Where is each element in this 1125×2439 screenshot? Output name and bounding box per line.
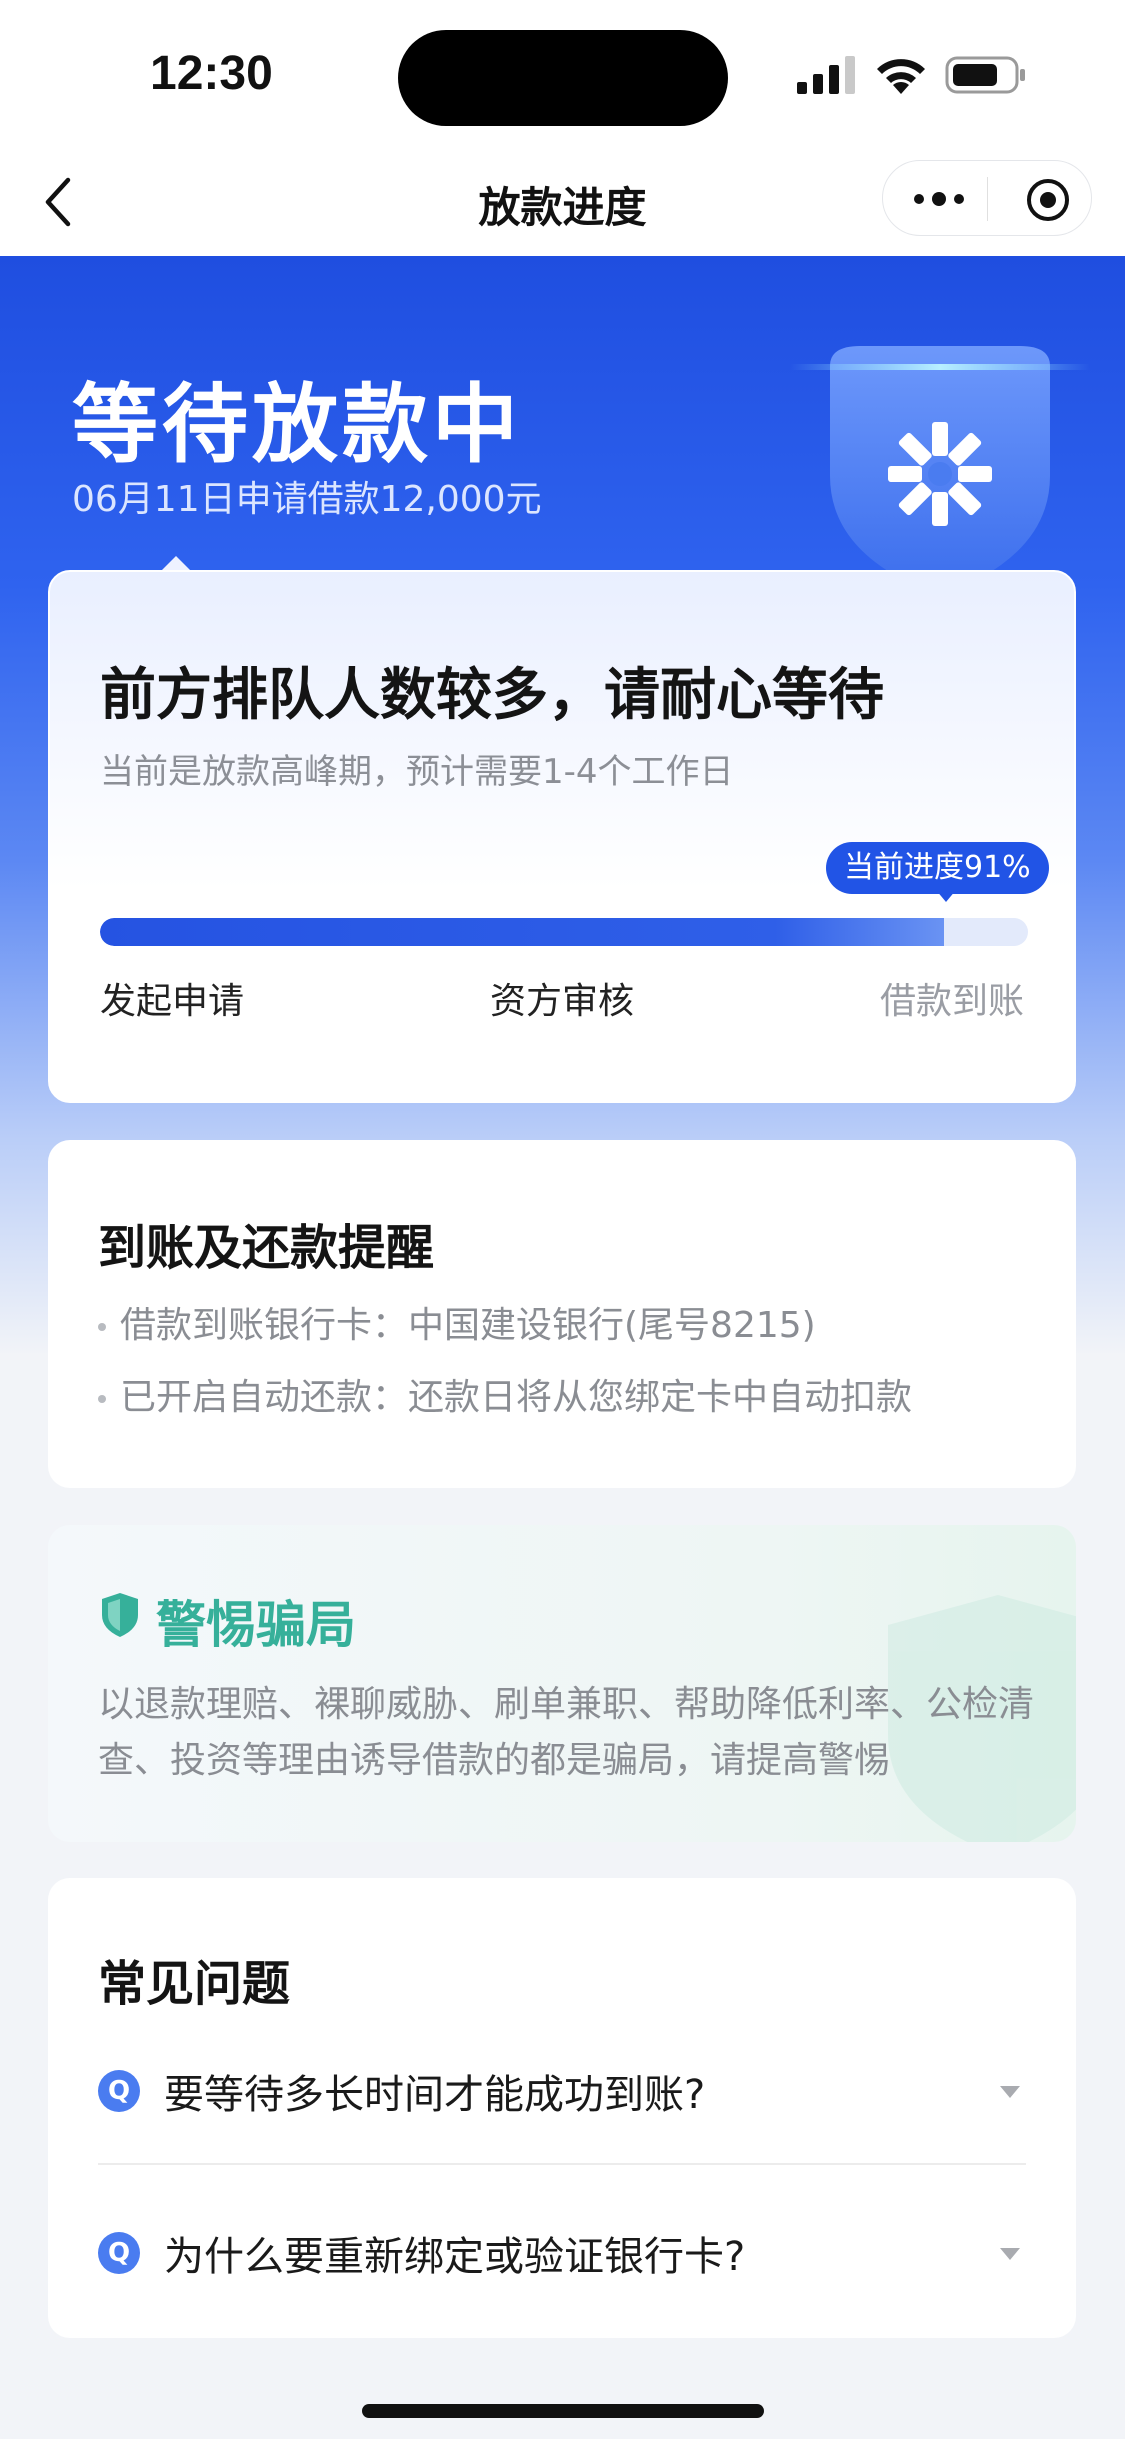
- queue-message: 前方排队人数较多，请耐心等待: [100, 663, 884, 728]
- fraud-warning-body: 以退款理赔、裸聊威胁、刷单兼职、帮助降低利率、公检清查、投资等理由诱导借款的都是…: [98, 1684, 1035, 1781]
- fraud-warning-title: 警惕骗局: [156, 1596, 356, 1654]
- faq-question: 要等待多长时间才能成功到账?: [164, 2072, 706, 2118]
- step-disbursed: 借款到账: [880, 981, 1025, 1022]
- progress-fill: [100, 918, 945, 946]
- faq-item[interactable]: Q 为什么要重新绑定或验证银行卡?: [98, 2210, 1026, 2310]
- q-badge-icon: Q: [98, 2232, 140, 2274]
- reminder-item: 已开启自动还款：还款日将从您绑定卡中自动扣款: [98, 1368, 912, 1420]
- battery-icon: [945, 56, 1025, 94]
- wifi-icon: [877, 59, 925, 94]
- faq-card: 常见问题 Q 要等待多长时间才能成功到账? Q 为什么要重新绑定或验证银行卡?: [48, 1878, 1076, 2338]
- q-badge-icon: Q: [98, 2070, 140, 2112]
- chevron-down-icon: [1000, 2086, 1020, 2098]
- status-title: 等待放款中: [72, 375, 522, 475]
- progress-track: [100, 918, 1028, 946]
- reminder-card: 到账及还款提醒 借款到账银行卡：中国建设银行(尾号8215) 已开启自动还款：还…: [48, 1140, 1076, 1488]
- progress-card: 前方排队人数较多，请耐心等待 当前是放款高峰期，预计需要1-4个工作日 当前进度…: [48, 570, 1076, 1103]
- status-time: 12:30: [150, 47, 273, 100]
- more-dots-icon[interactable]: [911, 185, 967, 213]
- step-review: 资方审核: [490, 981, 635, 1022]
- faq-item[interactable]: Q 要等待多长时间才能成功到账?: [98, 2048, 1026, 2148]
- reminder-title: 到账及还款提醒: [98, 1220, 435, 1276]
- reminder-item-text: 已开启自动还款：还款日将从您绑定卡中自动扣款: [120, 1377, 913, 1418]
- shield-logo-icon: [790, 346, 1090, 596]
- faq-question: 为什么要重新绑定或验证银行卡?: [164, 2234, 746, 2280]
- bullet-dot: [98, 1323, 106, 1331]
- shield-check-icon: [102, 1593, 138, 1637]
- chevron-down-icon: [1000, 2248, 1020, 2260]
- mini-program-capsule: [882, 160, 1092, 236]
- capsule-divider: [987, 177, 988, 221]
- dynamic-island: [398, 30, 728, 126]
- faq-title: 常见问题: [98, 1956, 291, 2012]
- home-indicator: [362, 2404, 764, 2418]
- application-summary: 06月11日申请借款12,000元: [72, 479, 542, 520]
- queue-subtitle: 当前是放款高峰期，预计需要1-4个工作日: [100, 752, 734, 792]
- fraud-warning-card: 警惕骗局 以退款理赔、裸聊威胁、刷单兼职、帮助降低利率、公检清查、投资等理由诱导…: [48, 1525, 1076, 1842]
- divider: [98, 2163, 1026, 2165]
- nav-bar: 放款进度: [0, 150, 1125, 256]
- progress-badge-tail: [936, 890, 956, 902]
- target-icon[interactable]: [1025, 177, 1071, 223]
- reminder-item: 借款到账银行卡：中国建设银行(尾号8215): [98, 1296, 816, 1348]
- step-apply: 发起申请: [100, 981, 245, 1022]
- status-bar: 12:30: [0, 0, 1125, 150]
- reminder-item-text: 借款到账银行卡：中国建设银行(尾号8215): [120, 1305, 816, 1346]
- signal-icon: [797, 56, 855, 94]
- bullet-dot: [98, 1395, 106, 1403]
- progress-badge: 当前进度91%: [826, 842, 1049, 894]
